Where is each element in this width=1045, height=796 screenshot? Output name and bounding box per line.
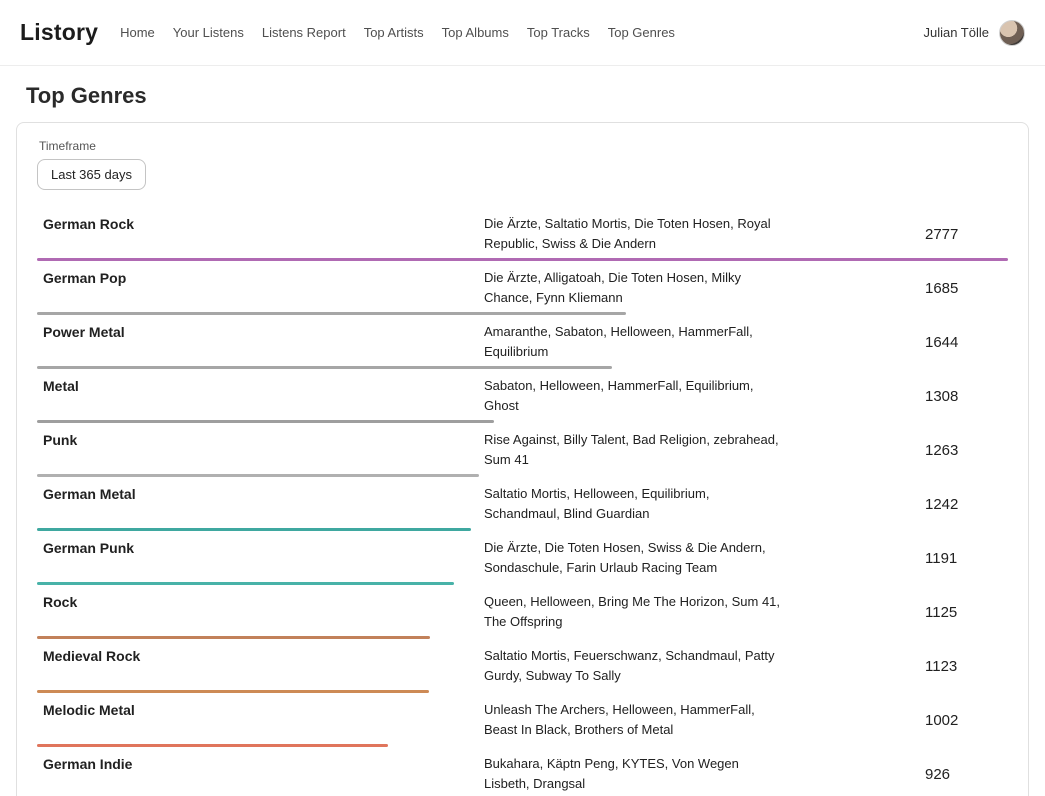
nav-item-your-listens[interactable]: Your Listens	[173, 25, 244, 40]
genre-list: German RockDie Ärzte, Saltatio Mortis, D…	[37, 207, 1008, 796]
genre-artists: Die Ärzte, Die Toten Hosen, Swiss & Die …	[484, 538, 784, 578]
genre-row[interactable]: German MetalSaltatio Mortis, Helloween, …	[37, 477, 1008, 531]
nav-item-listens-report[interactable]: Listens Report	[262, 25, 346, 40]
genre-row[interactable]: German PopDie Ärzte, Alligatoah, Die Tot…	[37, 261, 1008, 315]
genre-count: 1002	[925, 712, 1008, 729]
genre-artists: Sabaton, Helloween, HammerFall, Equilibr…	[484, 376, 784, 416]
genre-row[interactable]: German IndieBukahara, Käptn Peng, KYTES,…	[37, 747, 1008, 796]
genre-artists: Queen, Helloween, Bring Me The Horizon, …	[484, 592, 784, 632]
app-logo[interactable]: Listory	[20, 19, 98, 46]
genre-name: German Indie	[43, 754, 484, 794]
genre-name: German Punk	[43, 538, 484, 578]
genre-name: Punk	[43, 430, 484, 470]
genre-artists: Saltatio Mortis, Helloween, Equilibrium,…	[484, 484, 784, 524]
user-area: Julian Tölle	[923, 20, 1025, 46]
timeframe-label: Timeframe	[39, 139, 1008, 153]
main-content: Top Genres Timeframe Last 365 days Germa…	[0, 83, 1045, 796]
genre-row[interactable]: PunkRise Against, Billy Talent, Bad Reli…	[37, 423, 1008, 477]
genre-name: German Metal	[43, 484, 484, 524]
genre-count: 2777	[925, 226, 1008, 243]
user-avatar[interactable]	[999, 20, 1025, 46]
main-nav: Home Your Listens Listens Report Top Artist…	[120, 25, 675, 40]
nav-item-top-tracks[interactable]: Top Tracks	[527, 25, 590, 40]
genre-count: 1242	[925, 496, 1008, 513]
genre-count: 1685	[925, 280, 1008, 297]
genre-count: 926	[925, 766, 1008, 783]
genre-row[interactable]: MetalSabaton, Helloween, HammerFall, Equ…	[37, 369, 1008, 423]
genre-count: 1191	[925, 550, 1008, 567]
genre-artists: Die Ärzte, Saltatio Mortis, Die Toten Ho…	[484, 214, 784, 254]
genre-artists: Unleash The Archers, Helloween, HammerFa…	[484, 700, 784, 740]
genre-row[interactable]: German RockDie Ärzte, Saltatio Mortis, D…	[37, 207, 1008, 261]
genre-row[interactable]: German PunkDie Ärzte, Die Toten Hosen, S…	[37, 531, 1008, 585]
genre-count: 1308	[925, 388, 1008, 405]
genre-name: Medieval Rock	[43, 646, 484, 686]
timeframe-select[interactable]: Last 365 days	[37, 159, 146, 190]
nav-item-top-albums[interactable]: Top Albums	[442, 25, 509, 40]
genre-name: Melodic Metal	[43, 700, 484, 740]
user-name[interactable]: Julian Tölle	[923, 25, 989, 40]
top-genres-card: Timeframe Last 365 days German RockDie Ä…	[16, 122, 1029, 796]
top-nav-bar: Listory Home Your Listens Listens Report To…	[0, 0, 1045, 66]
genre-count: 1123	[925, 658, 1008, 675]
nav-item-top-artists[interactable]: Top Artists	[364, 25, 424, 40]
page-title: Top Genres	[26, 83, 1019, 109]
genre-row[interactable]: Power MetalAmaranthe, Sabaton, Helloween…	[37, 315, 1008, 369]
genre-artists: Die Ärzte, Alligatoah, Die Toten Hosen, …	[484, 268, 784, 308]
genre-artists: Saltatio Mortis, Feuerschwanz, Schandmau…	[484, 646, 784, 686]
genre-artists: Bukahara, Käptn Peng, KYTES, Von Wegen L…	[484, 754, 784, 794]
genre-name: German Pop	[43, 268, 484, 308]
genre-name: Metal	[43, 376, 484, 416]
genre-row[interactable]: Melodic MetalUnleash The Archers, Hellow…	[37, 693, 1008, 747]
genre-count: 1644	[925, 334, 1008, 351]
genre-row[interactable]: RockQueen, Helloween, Bring Me The Horiz…	[37, 585, 1008, 639]
genre-artists: Amaranthe, Sabaton, Helloween, HammerFal…	[484, 322, 784, 362]
genre-count: 1263	[925, 442, 1008, 459]
genre-count: 1125	[925, 604, 1008, 621]
genre-artists: Rise Against, Billy Talent, Bad Religion…	[484, 430, 784, 470]
genre-name: German Rock	[43, 214, 484, 254]
nav-item-home[interactable]: Home	[120, 25, 155, 40]
genre-name: Rock	[43, 592, 484, 632]
genre-row[interactable]: Medieval RockSaltatio Mortis, Feuerschwa…	[37, 639, 1008, 693]
nav-item-top-genres[interactable]: Top Genres	[608, 25, 675, 40]
genre-name: Power Metal	[43, 322, 484, 362]
